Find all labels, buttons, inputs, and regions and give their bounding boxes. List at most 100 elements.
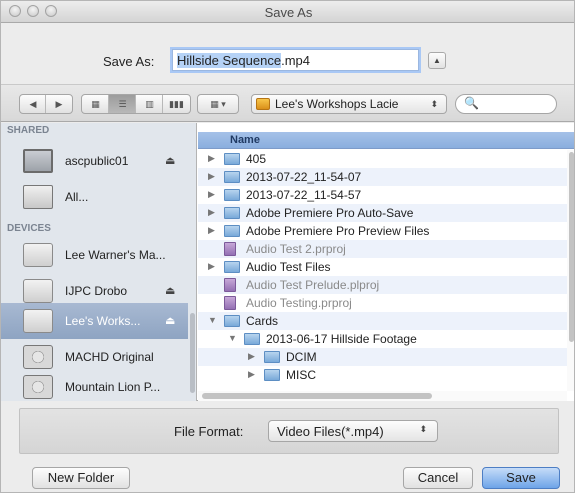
- eject-icon[interactable]: ⏏: [165, 314, 175, 327]
- disclosure-collapsed-icon[interactable]: ▶: [248, 369, 258, 380]
- arrange-menu-button[interactable]: ▦ ▾: [197, 94, 239, 114]
- cancel-button[interactable]: Cancel: [403, 467, 473, 489]
- view-mode-segment: ▦ ☰ ▥ ▮▮▮: [81, 94, 191, 114]
- sidebar: SHARED ascpublic01 ⏏ All... DEVICES Lee …: [1, 123, 197, 401]
- location-popup[interactable]: Lee's Workshops Lacie ⬍: [251, 94, 447, 114]
- disclosure-collapsed-icon[interactable]: ▶: [208, 189, 218, 200]
- eject-icon[interactable]: ⏏: [165, 284, 175, 297]
- forward-arrow-icon: ▶: [55, 99, 63, 109]
- save-button[interactable]: Save: [482, 467, 560, 489]
- file-row[interactable]: ▶ MISC: [198, 366, 567, 384]
- sidebar-item-label: Lee's Works...: [65, 314, 141, 328]
- location-label: Lee's Workshops Lacie: [275, 97, 399, 111]
- file-row[interactable]: ▼ 2013-06-17 Hillside Footage: [198, 330, 567, 348]
- folder-icon: [224, 225, 240, 237]
- icon-view-icon: ▦: [91, 99, 100, 109]
- list-view-button[interactable]: ☰: [109, 95, 136, 113]
- file-name: 2013-07-22_11-54-57: [246, 188, 362, 202]
- disclosure-collapsed-icon[interactable]: ▶: [208, 225, 218, 236]
- project-file-icon: [224, 296, 236, 310]
- project-file-icon: [224, 278, 236, 292]
- disclosure-expanded-icon[interactable]: ▼: [228, 333, 238, 343]
- forward-button[interactable]: ▶: [46, 95, 72, 113]
- back-button[interactable]: ◀: [20, 95, 46, 113]
- column-view-button[interactable]: ▥: [136, 95, 163, 113]
- disk-icon: [23, 243, 53, 267]
- save-as-label: Save As:: [103, 54, 155, 69]
- folder-icon: [224, 261, 240, 273]
- disclosure-collapsed-icon[interactable]: ▶: [208, 171, 218, 182]
- coverflow-view-button[interactable]: ▮▮▮: [163, 95, 190, 113]
- file-format-panel: File Format: Video Files(*.mp4) ⬍: [19, 408, 559, 454]
- name-column-header[interactable]: Name: [198, 132, 574, 149]
- window-title: Save As: [264, 5, 313, 20]
- file-list-horizontal-scrollbar[interactable]: [198, 391, 567, 401]
- folder-icon: [244, 333, 260, 345]
- sidebar-item-mountain-lion[interactable]: Mountain Lion P...: [1, 369, 188, 401]
- file-row[interactable]: ▶ 405: [198, 150, 567, 168]
- file-name: Cards: [246, 314, 279, 328]
- external-drive-icon: [23, 309, 53, 333]
- sidebar-heading-shared: SHARED: [7, 125, 50, 136]
- save-as-area: Save As: Hillside Sequence.mp4 ▲: [1, 24, 574, 84]
- file-row[interactable]: Audio Test 2.prproj: [198, 240, 567, 258]
- sidebar-heading-devices: DEVICES: [7, 223, 51, 234]
- file-format-label: File Format:: [174, 424, 244, 439]
- file-name: Audio Test Prelude.plproj: [246, 278, 380, 292]
- sidebar-item-all[interactable]: All...: [1, 179, 188, 215]
- coverflow-view-icon: ▮▮▮: [169, 99, 184, 109]
- network-icon: [23, 185, 53, 209]
- folder-icon: [224, 315, 240, 327]
- search-icon: 🔍: [464, 96, 479, 110]
- eject-icon[interactable]: ⏏: [165, 154, 175, 167]
- file-row[interactable]: Audio Testing.prproj: [198, 294, 567, 312]
- disclosure-expanded-icon[interactable]: ▼: [208, 315, 218, 325]
- file-row[interactable]: Audio Test Prelude.plproj: [198, 276, 567, 294]
- file-name: Adobe Premiere Pro Preview Files: [246, 224, 430, 238]
- file-row[interactable]: ▶ 2013-07-22_11-54-07: [198, 168, 567, 186]
- sidebar-scrollbar[interactable]: [188, 123, 196, 401]
- disclosure-collapsed-icon[interactable]: ▶: [248, 351, 258, 362]
- file-list-scroll-thumb[interactable]: [569, 152, 574, 342]
- icon-view-button[interactable]: ▦: [82, 95, 109, 113]
- file-row[interactable]: ▶ Adobe Premiere Pro Preview Files: [198, 222, 567, 240]
- disclosure-collapsed-icon[interactable]: ▶: [208, 261, 218, 272]
- disclosure-collapsed-icon[interactable]: ▶: [208, 207, 218, 218]
- folder-icon: [264, 351, 280, 363]
- monitor-icon: [23, 149, 53, 173]
- sidebar-item-label: All...: [65, 190, 89, 204]
- hard-drive-icon: [23, 375, 53, 399]
- sidebar-scroll-thumb[interactable]: [190, 313, 195, 393]
- external-drive-icon: [256, 98, 270, 110]
- file-row[interactable]: ▶ DCIM: [198, 348, 567, 366]
- file-name: 2013-07-22_11-54-07: [246, 170, 362, 184]
- sidebar-item-ascpublic01[interactable]: ascpublic01 ⏏: [1, 143, 188, 179]
- filename-extension: .mp4: [281, 53, 310, 68]
- search-input[interactable]: 🔍: [455, 94, 557, 114]
- navigation-segment: ◀ ▶: [19, 94, 73, 114]
- file-row[interactable]: ▶ Adobe Premiere Pro Auto-Save: [198, 204, 567, 222]
- file-format-select[interactable]: Video Files(*.mp4) ⬍: [268, 420, 438, 442]
- file-name: Audio Testing.prproj: [246, 296, 352, 310]
- file-row[interactable]: ▼ Cards: [198, 312, 567, 330]
- file-row[interactable]: ▶ Audio Test Files: [198, 258, 567, 276]
- file-row[interactable]: ▶ 2013-07-22_11-54-57: [198, 186, 567, 204]
- collapse-dialog-button[interactable]: ▲: [428, 52, 446, 69]
- sidebar-item-lee-warners-mac[interactable]: Lee Warner's Ma...: [1, 237, 188, 273]
- sidebar-item-lees-workshops[interactable]: Lee's Works... ⏏: [1, 303, 188, 339]
- save-as-dialog: Save As Save As: Hillside Sequence.mp4 ▲…: [0, 0, 575, 493]
- file-list: Name ▶ 405 ▶ 2013-07-22_11-54-07 ▶ 2013-07-22…: [198, 123, 574, 401]
- file-list-vertical-scrollbar[interactable]: [567, 150, 574, 391]
- project-file-icon: [224, 242, 236, 256]
- title-bar: Save As: [1, 1, 574, 23]
- file-format-value: Video Files(*.mp4): [277, 424, 384, 439]
- list-view-icon: ☰: [118, 99, 127, 109]
- external-drive-icon: [23, 279, 53, 303]
- sidebar-item-label: IJPC Drobo: [65, 284, 128, 298]
- disclosure-collapsed-icon[interactable]: ▶: [208, 153, 218, 164]
- file-list-horizontal-thumb[interactable]: [202, 393, 432, 399]
- filename-input[interactable]: Hillside Sequence.mp4: [172, 49, 419, 71]
- folder-icon: [224, 189, 240, 201]
- new-folder-button[interactable]: New Folder: [32, 467, 130, 489]
- hard-drive-icon: [23, 345, 53, 369]
